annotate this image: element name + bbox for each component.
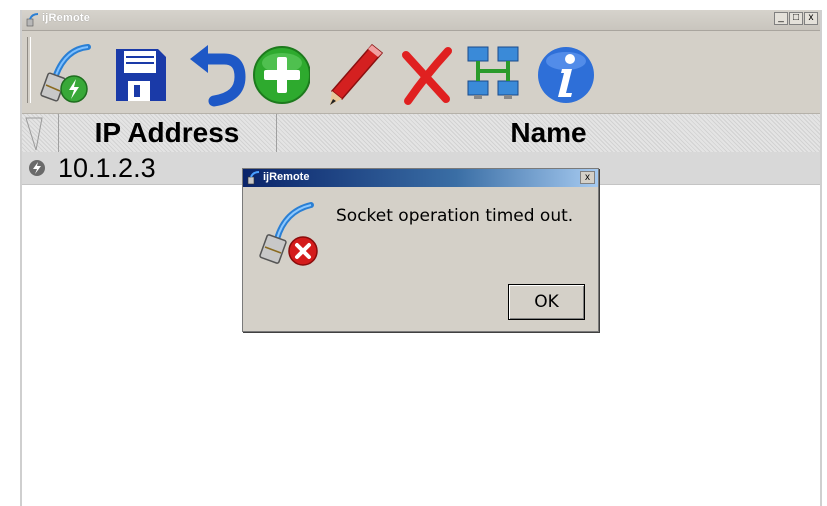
minimize-button[interactable]: _	[774, 12, 788, 25]
add-icon	[253, 46, 311, 104]
undo-button[interactable]	[186, 41, 246, 107]
save-icon	[116, 49, 166, 101]
dialog-title-bar[interactable]: ijRemote x	[243, 169, 598, 187]
window-title: ijRemote	[42, 12, 91, 24]
close-button[interactable]: x	[804, 12, 818, 25]
window-controls: _ □ x	[774, 12, 818, 25]
app-icon	[26, 13, 39, 27]
maximize-button[interactable]: □	[789, 12, 803, 25]
toolbar-grip[interactable]	[27, 37, 31, 103]
ok-button[interactable]: OK	[508, 284, 585, 320]
save-button[interactable]	[110, 41, 170, 107]
network-button[interactable]	[464, 41, 524, 107]
undo-icon	[190, 45, 246, 107]
delete-button[interactable]	[396, 41, 456, 107]
column-header-ip-address[interactable]: IP Address	[58, 114, 277, 152]
dialog-title: ijRemote	[263, 171, 310, 183]
add-button[interactable]	[250, 41, 311, 107]
edit-icon	[330, 43, 384, 105]
title-bar[interactable]: ijRemote _ □ x	[22, 10, 820, 31]
row-ip-address: 10.1.2.3	[58, 153, 156, 183]
connect-button[interactable]	[34, 41, 94, 107]
info-icon	[538, 47, 594, 103]
delete-icon	[402, 47, 452, 105]
status-icon	[29, 160, 45, 176]
connect-icon	[40, 44, 91, 103]
connection-error-icon	[259, 202, 318, 266]
network-icon	[467, 46, 519, 99]
dialog-close-button[interactable]: x	[580, 171, 595, 184]
dialog-message: Socket operation timed out.	[336, 206, 574, 226]
info-button[interactable]	[534, 41, 594, 107]
grid-corner[interactable]	[22, 114, 59, 152]
toolbar	[22, 31, 820, 114]
app-icon	[247, 171, 260, 185]
sort-triangle-icon	[25, 117, 43, 151]
error-dialog: ijRemote x Socket operation timed out. O…	[242, 168, 599, 332]
column-header-name[interactable]: Name	[277, 114, 820, 152]
grid-header: IP Address Name	[22, 114, 820, 153]
edit-button[interactable]	[326, 41, 386, 107]
